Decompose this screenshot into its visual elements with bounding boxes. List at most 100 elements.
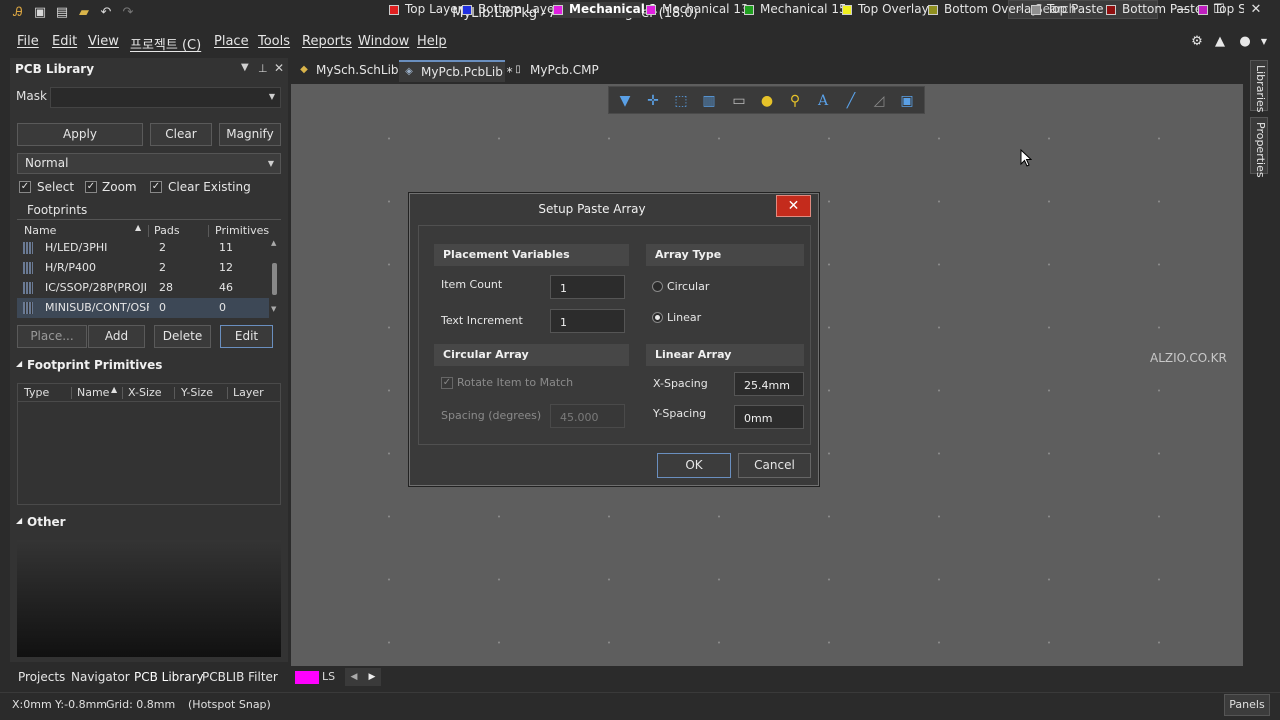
menu-reports[interactable]: Reports: [302, 34, 352, 49]
mode-select[interactable]: Normal ▼: [17, 153, 281, 174]
rotate-item-checkbox[interactable]: ✓: [441, 377, 453, 389]
menu-file[interactable]: File: [17, 34, 39, 49]
pin-icon[interactable]: ⊥: [258, 62, 268, 75]
user-icon[interactable]: ●: [1237, 34, 1253, 50]
tab-navigator[interactable]: Navigator: [71, 670, 130, 684]
clear-existing-checkbox[interactable]: ✓: [150, 181, 162, 193]
close-icon: ✕: [787, 198, 800, 214]
col-x-size[interactable]: X-Size: [128, 386, 162, 399]
layer-top-overlay[interactable]: Top Overlay: [842, 2, 929, 18]
layer-mechanical-15[interactable]: Mechanical 15: [744, 2, 847, 18]
current-layer-swatch[interactable]: [295, 671, 319, 684]
footprint-row-selected[interactable]: MINISUB/CONT/OSF 0 0: [17, 298, 269, 318]
text-icon[interactable]: A: [814, 92, 832, 110]
panel-menu-icon[interactable]: ▼: [241, 62, 249, 73]
close-window-button[interactable]: ✕: [1244, 2, 1268, 20]
footprint-primitives-title[interactable]: Footprint Primitives: [27, 358, 162, 372]
select-rect-icon[interactable]: ⬚: [672, 92, 690, 110]
layer-set-button[interactable]: LS: [322, 670, 335, 683]
footprints-scrollbar[interactable]: ▲ ▼: [270, 239, 280, 317]
column-divider: [148, 225, 149, 237]
align-icon[interactable]: ▥: [700, 92, 718, 110]
via-icon[interactable]: ⚲: [786, 92, 804, 110]
chevron-right-icon[interactable]: ▶: [363, 668, 381, 686]
item-count-input[interactable]: 1: [550, 275, 625, 299]
layer-top-solder[interactable]: Top S: [1198, 2, 1244, 18]
layer-mechanical-1[interactable]: Mechanical 1: [553, 2, 657, 18]
scroll-up-icon[interactable]: ▲: [271, 239, 276, 247]
doc-tab-cmp[interactable]: ▯ MyPcb.CMP: [508, 60, 598, 82]
footprint-row[interactable]: IC/SSOP/28P(PROJI 28 46: [17, 278, 269, 298]
layer-bottom-overlay[interactable]: Bottom Overlay: [928, 2, 1038, 18]
dialog-close-button[interactable]: ✕: [776, 195, 811, 217]
menu-place[interactable]: Place: [214, 34, 249, 49]
menu-tools[interactable]: Tools: [258, 34, 290, 49]
item-count-value: 1: [560, 282, 567, 295]
magnify-button[interactable]: Magnify: [219, 123, 281, 146]
layer-mechanical-13[interactable]: Mechanical 13: [646, 2, 749, 18]
scroll-down-icon[interactable]: ▼: [271, 305, 276, 313]
user-chevron-down-icon[interactable]: ▼: [1256, 34, 1272, 50]
menu-help[interactable]: Help: [417, 34, 447, 49]
chevron-left-icon[interactable]: ◀: [345, 668, 363, 686]
doc-tab-schlib[interactable]: ◆ MySch.SchLib *: [294, 60, 408, 82]
bell-icon[interactable]: ▲: [1212, 34, 1228, 50]
component-icon[interactable]: ▭: [730, 92, 748, 110]
cancel-button[interactable]: Cancel: [738, 453, 811, 478]
doc-tab-pcblib[interactable]: ◈ MyPcb.PcbLib *: [399, 60, 513, 82]
menu-project[interactable]: 프로젝트 (C): [130, 34, 201, 53]
libraries-tab[interactable]: Libraries: [1250, 60, 1268, 113]
linear-label: Linear: [667, 311, 702, 324]
scroll-thumb[interactable]: [272, 263, 277, 295]
place-button[interactable]: Place...: [17, 325, 87, 348]
y-spacing-input[interactable]: 0mm: [734, 405, 804, 429]
panels-button[interactable]: Panels: [1224, 694, 1270, 716]
delete-button[interactable]: Delete: [154, 325, 211, 348]
apply-button[interactable]: Apply: [17, 123, 143, 146]
col-type[interactable]: Type: [24, 386, 49, 399]
polygon-icon[interactable]: ▣: [898, 92, 916, 110]
circular-radio[interactable]: [652, 281, 663, 292]
footprint-row[interactable]: H/R/P400 2 12: [17, 258, 269, 278]
x-spacing-input[interactable]: 25.4mm: [734, 372, 804, 396]
add-button[interactable]: Add: [88, 325, 145, 348]
col-y-size[interactable]: Y-Size: [181, 386, 213, 399]
linear-radio[interactable]: [652, 312, 663, 323]
text-increment-input[interactable]: 1: [550, 309, 625, 333]
menu-edit[interactable]: Edit: [52, 34, 77, 49]
col-name[interactable]: Name: [77, 386, 109, 399]
select-checkbox[interactable]: ✓: [19, 181, 31, 193]
clear-button[interactable]: Clear: [150, 123, 212, 146]
crosshair-icon[interactable]: ✛: [644, 92, 662, 110]
filter-icon[interactable]: ▼: [616, 92, 634, 110]
arc-icon[interactable]: ◿: [870, 92, 888, 110]
collapse-icon[interactable]: ◢: [16, 359, 22, 368]
tab-pcb-library[interactable]: PCB Library: [134, 670, 204, 684]
mask-input[interactable]: ▼: [50, 87, 281, 108]
col-name[interactable]: Name: [24, 224, 56, 237]
col-pads[interactable]: Pads: [154, 224, 180, 237]
spacing-degrees-input[interactable]: 45.000: [550, 404, 625, 428]
properties-tab[interactable]: Properties: [1250, 117, 1268, 178]
gear-icon[interactable]: ⚙: [1189, 34, 1205, 50]
menu-window[interactable]: Window: [358, 34, 409, 49]
other-title[interactable]: Other: [27, 515, 66, 529]
line-icon[interactable]: ╱: [842, 92, 860, 110]
panel-close-icon[interactable]: ✕: [274, 61, 284, 75]
footprint-row[interactable]: H/LED/3PHI 2 11: [17, 238, 269, 258]
pad-icon[interactable]: ●: [758, 92, 776, 110]
layer-top[interactable]: Top Layer: [389, 2, 463, 18]
collapse-icon[interactable]: ◢: [16, 516, 22, 525]
tab-projects[interactable]: Projects: [18, 670, 65, 684]
layer-swatch: [462, 5, 472, 15]
tab-pcblib-filter[interactable]: PCBLIB Filter: [202, 670, 278, 684]
zoom-checkbox[interactable]: ✓: [85, 181, 97, 193]
ok-button[interactable]: OK: [657, 453, 731, 478]
layer-top-paste[interactable]: Top Paste: [1031, 2, 1103, 18]
layer-bottom[interactable]: Bottom Layer: [462, 2, 559, 18]
col-primitives[interactable]: Primitives: [215, 224, 269, 237]
layer-bottom-paste[interactable]: Bottom Paste: [1106, 2, 1202, 18]
edit-button[interactable]: Edit: [220, 325, 273, 348]
col-layer[interactable]: Layer: [233, 386, 264, 399]
menu-view[interactable]: View: [88, 34, 119, 49]
